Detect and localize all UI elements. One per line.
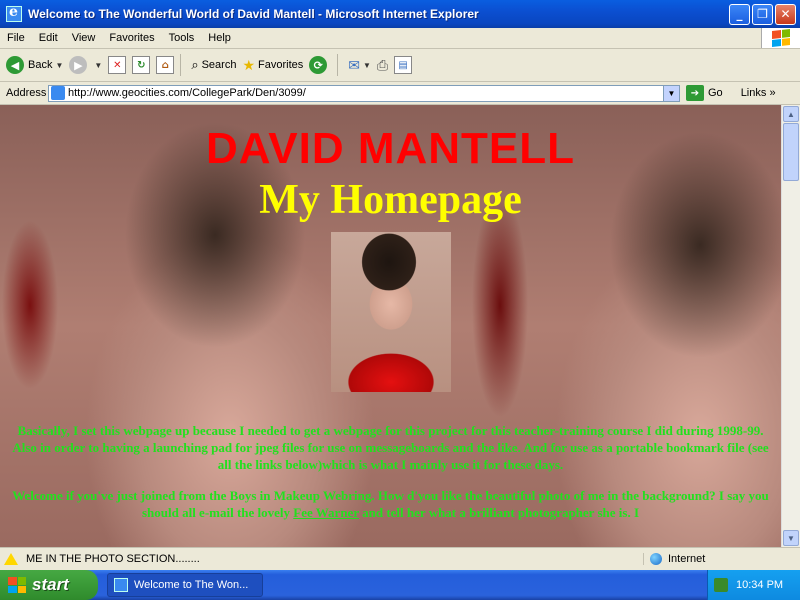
- start-label: start: [32, 575, 69, 594]
- back-button[interactable]: ◀ Back ▼: [6, 56, 63, 74]
- edit-button[interactable]: ▤: [394, 56, 413, 74]
- back-dropdown-icon[interactable]: ▼: [55, 61, 63, 70]
- intro-paragraph-2-end: and tell her what a brilliant photograph…: [358, 504, 640, 520]
- search-icon: ⌕: [191, 57, 199, 72]
- menu-view[interactable]: View: [65, 32, 103, 44]
- security-zone: Internet: [643, 553, 800, 565]
- windows-flag-icon: [772, 29, 790, 47]
- print-button[interactable]: ⎙: [377, 57, 388, 74]
- back-arrow-icon: ◀: [6, 56, 24, 74]
- links-label: Links: [740, 87, 767, 99]
- warning-icon[interactable]: [4, 553, 18, 565]
- start-button[interactable]: start: [0, 570, 98, 600]
- stop-button[interactable]: ✕: [108, 56, 127, 74]
- system-tray: 10:34 PM: [707, 570, 800, 600]
- vertical-scrollbar[interactable]: ▲ ▼: [781, 105, 800, 547]
- address-dropdown-icon[interactable]: ▼: [663, 85, 679, 101]
- favorites-button[interactable]: ★ Favorites: [242, 57, 303, 74]
- menu-tools[interactable]: Tools: [162, 32, 202, 44]
- zone-label: Internet: [668, 553, 706, 565]
- stop-icon: ✕: [108, 56, 127, 74]
- menu-favorites[interactable]: Favorites: [102, 32, 161, 44]
- address-bar: Address http://www.geocities.com/College…: [0, 82, 800, 105]
- close-button[interactable]: ✕: [775, 3, 796, 25]
- maximize-button[interactable]: ❐: [752, 3, 773, 25]
- page-header: DAVID MANTELL My Homepage: [0, 105, 781, 223]
- chevron-right-icon: »: [769, 87, 776, 99]
- edit-icon: ▤: [394, 56, 413, 74]
- history-button[interactable]: ⟳: [309, 56, 331, 74]
- page-title: DAVID MANTELL: [205, 124, 576, 173]
- refresh-icon: ↻: [132, 56, 151, 74]
- refresh-button[interactable]: ↻: [132, 56, 151, 74]
- taskbar: start Welcome to The Won... 10:34 PM: [0, 570, 800, 600]
- mail-button[interactable]: ✉ ▼: [348, 57, 371, 74]
- search-label: Search: [201, 59, 237, 71]
- home-icon: ⌂: [156, 56, 175, 74]
- scroll-thumb[interactable]: [783, 123, 799, 181]
- intro-paragraph-1: Basically, I set this webpage up because…: [12, 423, 769, 472]
- print-icon: ⎙: [376, 56, 389, 73]
- taskbar-item-ie[interactable]: Welcome to The Won...: [107, 573, 263, 597]
- status-text: ME IN THE PHOTO SECTION........: [26, 553, 200, 565]
- mail-icon: ✉: [348, 56, 360, 73]
- menu-help[interactable]: Help: [201, 32, 238, 44]
- minimize-button[interactable]: _: [729, 3, 750, 25]
- home-button[interactable]: ⌂: [156, 56, 175, 74]
- ie-icon: [6, 4, 22, 22]
- page-icon: [51, 86, 65, 100]
- intro-text: Basically, I set this webpage up because…: [10, 423, 771, 535]
- globe-icon: [650, 553, 662, 565]
- favorites-label: Favorites: [258, 59, 304, 71]
- status-bar: ME IN THE PHOTO SECTION........ Internet: [0, 547, 800, 570]
- back-label: Back: [28, 59, 53, 71]
- forward-dropdown-icon[interactable]: ▼: [94, 61, 102, 70]
- go-arrow-icon: ➔: [686, 85, 704, 101]
- portrait-photo: [331, 232, 451, 392]
- go-label: Go: [708, 87, 723, 99]
- window-title: Welcome to The Wonderful World of David …: [28, 7, 479, 21]
- menu-file[interactable]: File: [0, 32, 32, 44]
- page-subtitle: My Homepage: [259, 177, 522, 223]
- page-content: DAVID MANTELL My Homepage Basically, I s…: [0, 105, 781, 547]
- search-button[interactable]: ⌕ Search: [191, 57, 236, 73]
- scroll-up-button[interactable]: ▲: [783, 106, 799, 122]
- taskbar-item-label: Welcome to The Won...: [134, 579, 249, 591]
- history-icon: ⟳: [309, 56, 328, 74]
- fee-warner-link[interactable]: Fee Warner: [293, 505, 359, 520]
- toolbar: ◀ Back ▼ ▶ ▼ ✕ ↻ ⌂ ⌕ Search ★ Favorites …: [0, 49, 800, 82]
- title-bar: Welcome to The Wonderful World of David …: [0, 0, 800, 28]
- toolbar-separator-2: [337, 54, 339, 76]
- mail-dropdown-icon[interactable]: ▼: [363, 61, 371, 70]
- star-icon: ★: [242, 56, 256, 73]
- intro-paragraph-2: Welcome if you've just joined from the B…: [10, 488, 771, 522]
- windows-flag-icon: [8, 577, 26, 593]
- address-label: Address: [6, 87, 47, 99]
- scroll-down-button[interactable]: ▼: [783, 530, 799, 546]
- forward-arrow-icon: ▶: [69, 56, 88, 74]
- windows-logo: [761, 28, 800, 48]
- links-button[interactable]: Links »: [741, 87, 776, 99]
- toolbar-separator: [180, 54, 182, 76]
- forward-button[interactable]: ▶ ▼: [69, 56, 102, 74]
- ie-icon: [114, 578, 128, 592]
- address-input[interactable]: http://www.geocities.com/CollegePark/Den…: [48, 84, 680, 102]
- network-icon[interactable]: [714, 578, 728, 592]
- address-url[interactable]: http://www.geocities.com/CollegePark/Den…: [68, 87, 663, 99]
- menu-edit[interactable]: Edit: [32, 32, 65, 44]
- menu-bar: File Edit View Favorites Tools Help: [0, 28, 800, 49]
- clock: 10:34 PM: [736, 579, 784, 591]
- go-button[interactable]: ➔ Go: [686, 85, 723, 101]
